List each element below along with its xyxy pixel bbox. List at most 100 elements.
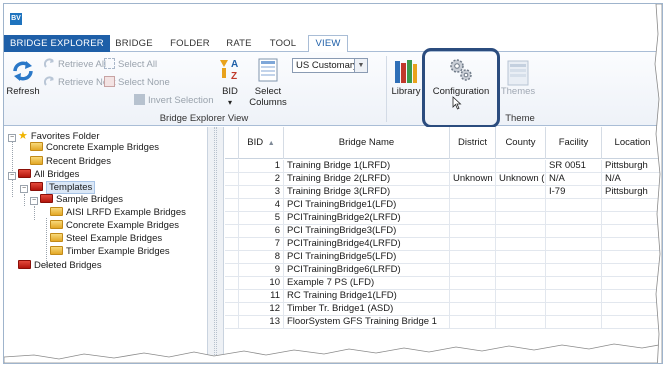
svg-text:Z: Z (231, 71, 237, 82)
select-none-label: Select None (118, 77, 170, 88)
cell-bridge-name: Example 7 PS (LFD) (284, 277, 450, 289)
chevron-down-icon[interactable]: ▼ (354, 59, 367, 72)
units-select[interactable]: US Customary ▼ (292, 58, 368, 73)
cell-facility (546, 199, 602, 211)
tab-folder[interactable]: FOLDER (167, 36, 213, 52)
retrieve-all-button[interactable]: Retrieve All (44, 58, 106, 72)
tree-item-deleted[interactable]: Deleted Bridges (18, 260, 102, 272)
sort-az-icon: A Z (220, 59, 238, 82)
row-header-corner (225, 127, 239, 159)
tree-item-label: Templates (46, 181, 96, 194)
library-button[interactable]: Library (388, 56, 424, 110)
folder-icon (30, 156, 43, 165)
tree-item-label: Deleted Bridges (34, 260, 102, 271)
tab-view[interactable]: VIEW (308, 35, 348, 53)
row-header[interactable] (225, 186, 239, 198)
folder-icon (30, 142, 43, 151)
cell-bid: 11 (239, 290, 284, 302)
cell-facility (546, 225, 602, 237)
cell-bid: 9 (239, 264, 284, 276)
row-header[interactable] (225, 225, 239, 237)
tree-item-all-bridges[interactable]: − All Bridges (8, 169, 79, 181)
table-row[interactable]: 1 Training Bridge 1(LRFD) SR 0051 Pittsburg… (225, 160, 662, 173)
table-row[interactable]: 6 PCI TrainingBridge3(LFD) (225, 225, 662, 238)
row-header[interactable] (225, 238, 239, 250)
collapse-icon[interactable]: − (8, 172, 16, 180)
invert-selection-button[interactable]: Invert Selection (134, 94, 213, 108)
table-row[interactable]: 4 PCI TrainingBridge1(LFD) (225, 199, 662, 212)
cell-bid: 6 (239, 225, 284, 237)
collapse-icon[interactable]: − (20, 185, 28, 193)
tree-item-sample-bridges[interactable]: − Sample Bridges (30, 194, 123, 206)
tab-bridge[interactable]: BRIDGE (108, 36, 160, 52)
table-row[interactable]: 5 PCITrainingBridge2(LRFD) (225, 212, 662, 225)
panel-splitter[interactable] (208, 127, 224, 363)
cell-district (450, 238, 496, 250)
folder-icon (40, 194, 53, 203)
tab-tool[interactable]: TOOL (266, 36, 300, 52)
refresh-button[interactable]: Refresh (6, 56, 40, 108)
tree-item-label: Timber Example Bridges (66, 246, 170, 257)
cell-district (450, 186, 496, 198)
tree-item-steel[interactable]: Steel Example Bridges (50, 233, 162, 245)
select-columns-button[interactable]: Select Columns (248, 56, 288, 110)
collapse-icon[interactable]: − (30, 197, 38, 205)
cell-district (450, 160, 496, 172)
column-header-facility[interactable]: Facility (546, 127, 602, 159)
table-row[interactable]: 9 PCITrainingBridge6(LRFD) (225, 264, 662, 277)
folder-icon (18, 169, 31, 178)
cell-bid: 8 (239, 251, 284, 263)
tree-item-favorites-concrete[interactable]: Concrete Example Bridges (30, 142, 159, 154)
row-header[interactable] (225, 303, 239, 315)
tree-item-favorites[interactable]: − ★ Favorites Folder (8, 130, 100, 142)
select-columns-label-2: Columns (249, 97, 287, 108)
table-row[interactable]: 13 FloorSystem GFS Training Bridge 1 (225, 316, 662, 329)
cell-facility (546, 277, 602, 289)
row-header[interactable] (225, 316, 239, 328)
tab-rate[interactable]: RATE (222, 36, 256, 52)
folder-tree: − ★ Favorites Folder Concrete Example Brid… (4, 127, 208, 363)
table-row[interactable]: 10 Example 7 PS (LFD) (225, 277, 662, 290)
configuration-highlight (422, 48, 500, 128)
cell-bid: 2 (239, 173, 284, 185)
tree-item-templates[interactable]: − Templates (20, 181, 96, 194)
row-header[interactable] (225, 277, 239, 289)
table-row[interactable]: 2 Training Bridge 2(LRFD) Unknown Unknown (… (225, 173, 662, 186)
table-row[interactable]: 8 PCI TrainingBridge5(LFD) (225, 251, 662, 264)
tree-item-timber[interactable]: Timber Example Bridges (50, 246, 170, 258)
table-row[interactable]: 3 Training Bridge 3(LRFD) I-79 Pittsburgh (225, 186, 662, 199)
tree-item-concrete[interactable]: Concrete Example Bridges (50, 220, 179, 232)
column-header-bid[interactable]: BID ▲ (239, 127, 284, 159)
row-header[interactable] (225, 160, 239, 172)
column-header-district[interactable]: District (450, 127, 496, 159)
select-all-button[interactable]: Select All (104, 58, 157, 72)
table-row[interactable]: 12 Timber Tr. Bridge1 (ASD) (225, 303, 662, 316)
app-icon[interactable]: BV (10, 13, 22, 25)
themes-button[interactable]: Themes (500, 56, 536, 110)
cell-district (450, 199, 496, 211)
row-header[interactable] (225, 264, 239, 276)
row-header[interactable] (225, 212, 239, 224)
tab-bridge-explorer[interactable]: BRIDGE EXPLORER (4, 35, 110, 52)
table-row[interactable]: 7 PCITrainingBridge4(LRFD) (225, 238, 662, 251)
table-row[interactable]: 11 RC Training Bridge1(LFD) (225, 290, 662, 303)
tree-item-label: All Bridges (34, 169, 80, 180)
cell-county (496, 186, 546, 198)
row-header[interactable] (225, 199, 239, 211)
column-header-county[interactable]: County (496, 127, 546, 159)
library-icon (395, 60, 417, 83)
row-header[interactable] (225, 251, 239, 263)
collapse-icon[interactable]: − (8, 134, 16, 142)
bid-sort-button[interactable]: A Z BID ▾ (216, 56, 244, 110)
tree-item-aisi[interactable]: AISI LRFD Example Bridges (50, 207, 186, 219)
cell-district (450, 264, 496, 276)
tree-item-recent[interactable]: Recent Bridges (30, 156, 111, 168)
select-none-button[interactable]: Select None (104, 76, 170, 90)
tree-item-label: Sample Bridges (56, 194, 124, 205)
tree-item-label: Concrete Example Bridges (46, 142, 159, 153)
row-header[interactable] (225, 290, 239, 302)
column-header-bridge-name[interactable]: Bridge Name (284, 127, 450, 159)
cell-bridge-name: PCI TrainingBridge1(LFD) (284, 199, 450, 211)
cell-bridge-name: PCI TrainingBridge5(LFD) (284, 251, 450, 263)
row-header[interactable] (225, 173, 239, 185)
